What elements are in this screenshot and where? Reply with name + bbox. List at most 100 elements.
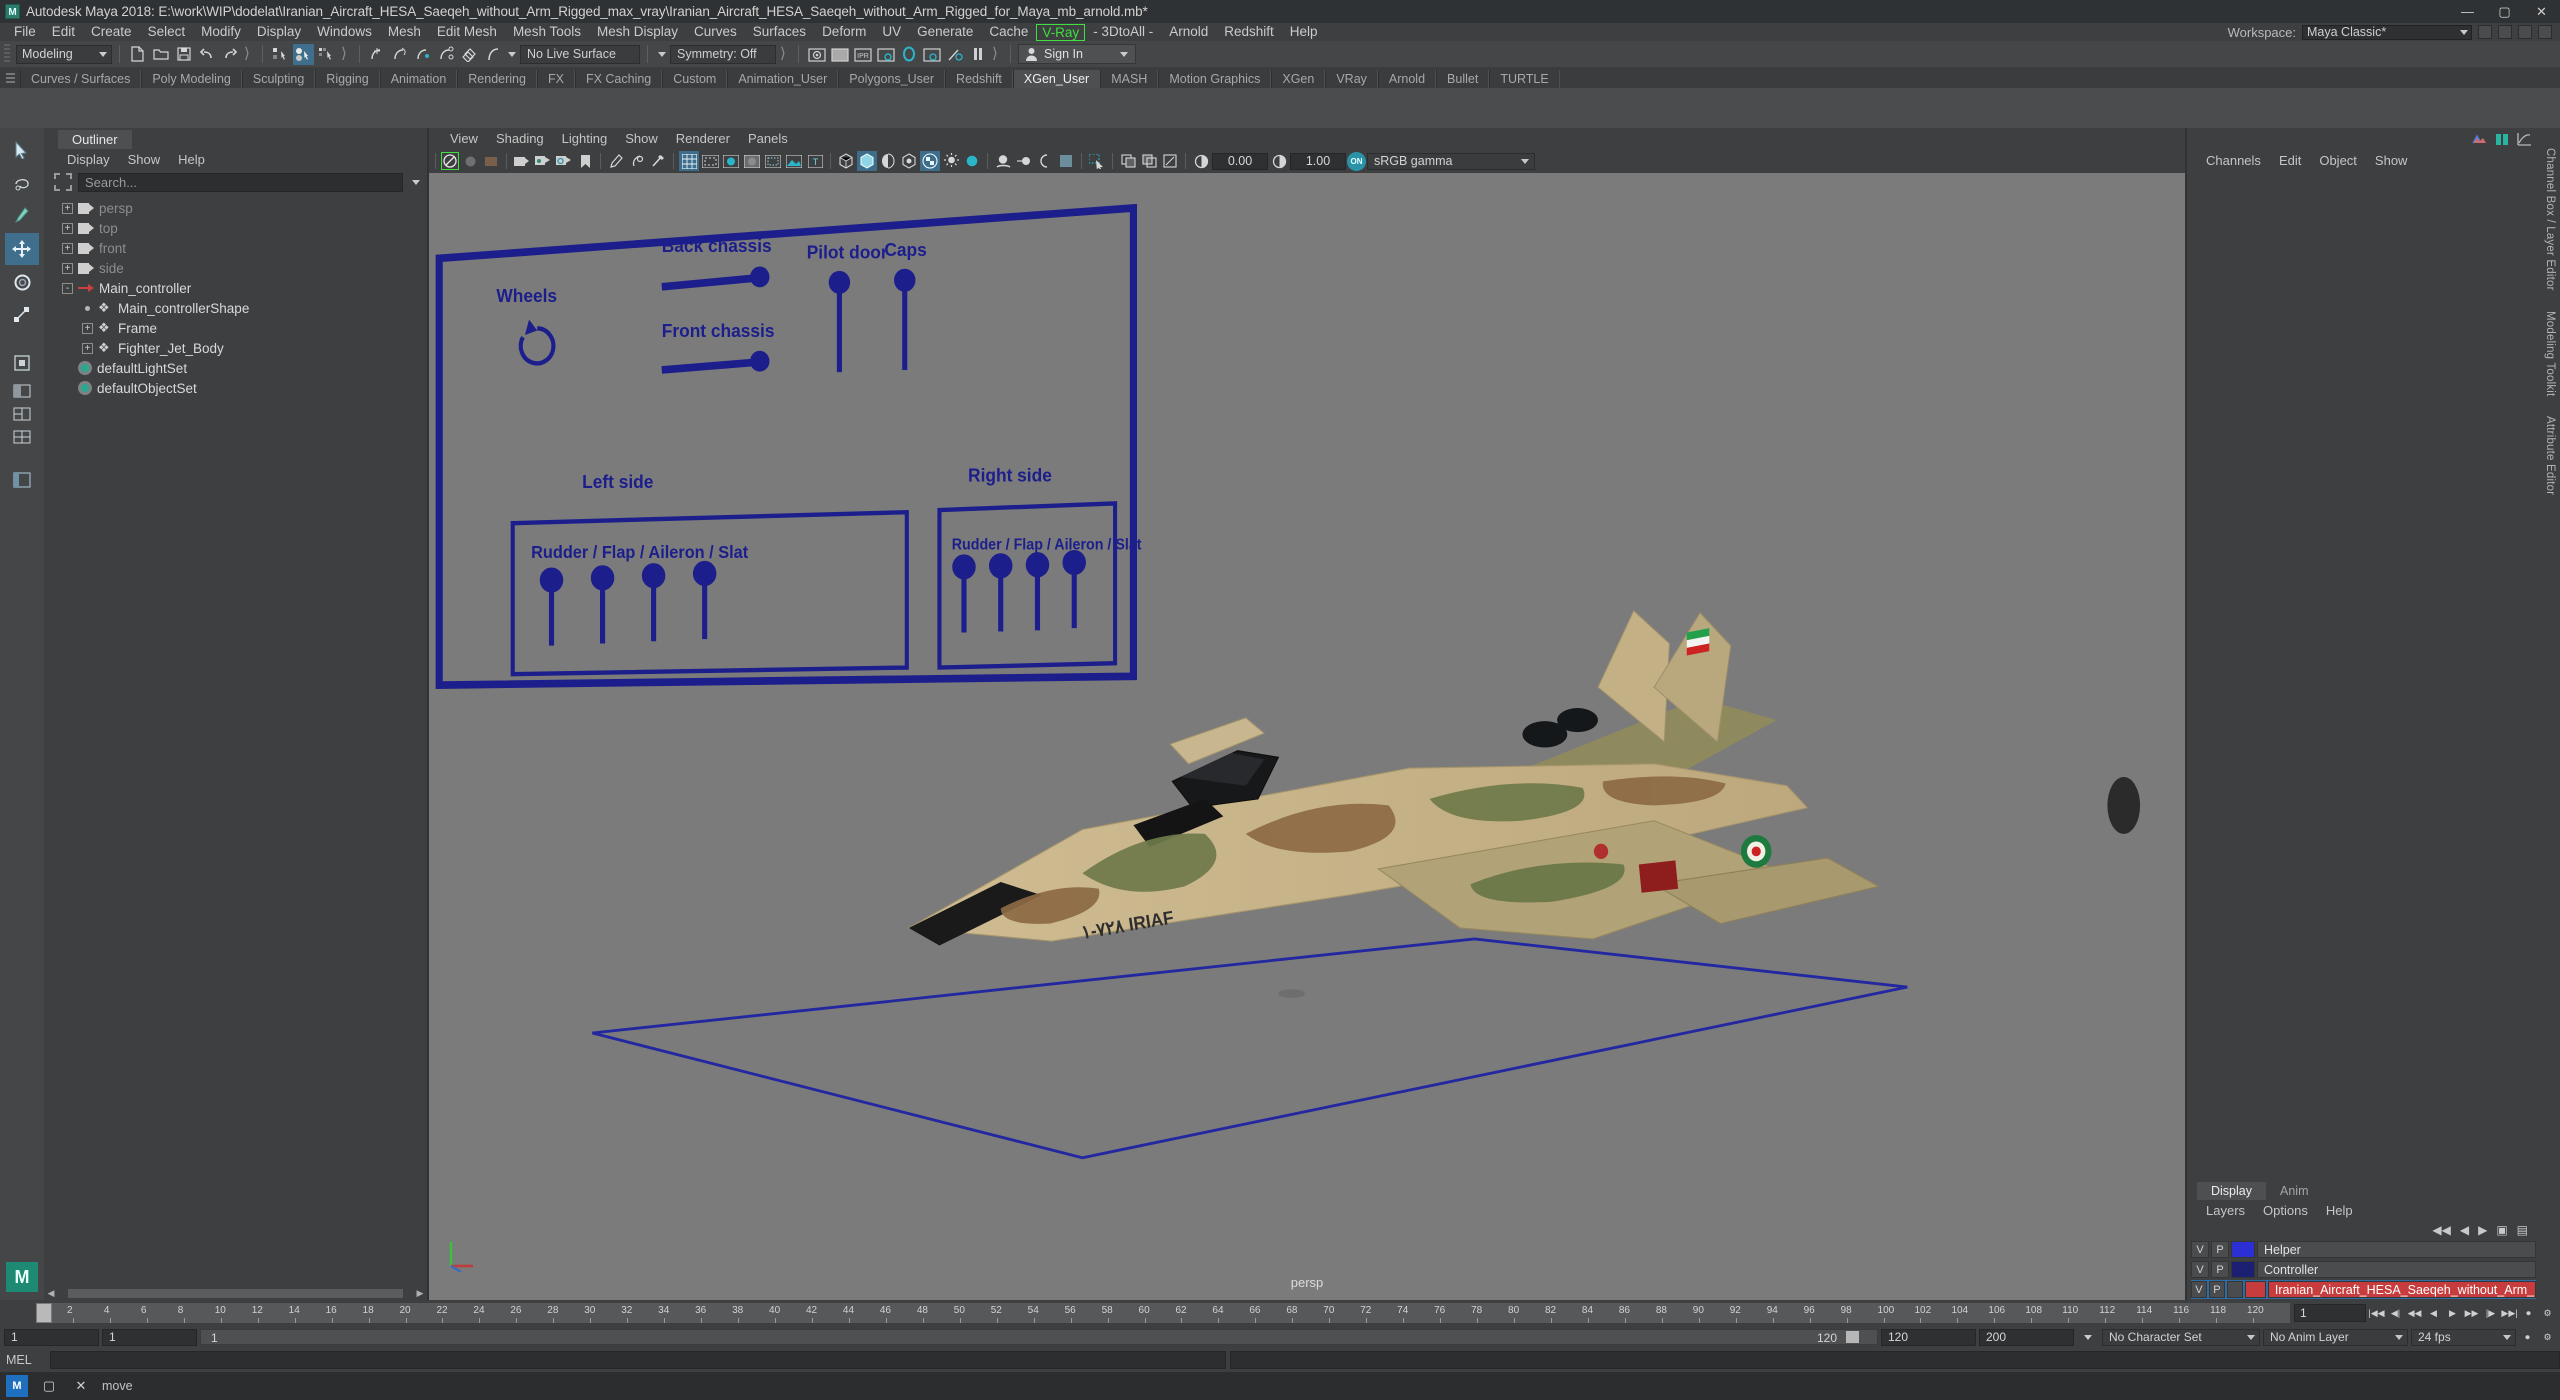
shelf-tab-rigging[interactable]: Rigging: [315, 70, 380, 88]
ipr-render-icon[interactable]: IPR: [852, 44, 873, 65]
multisample-aa-icon[interactable]: [1035, 151, 1055, 171]
smooth-shading-icon[interactable]: [857, 151, 877, 171]
layer-shade-cell[interactable]: [2226, 1281, 2243, 1298]
gamma-value-field[interactable]: 1.00: [1290, 152, 1346, 170]
expander-icon[interactable]: -: [62, 282, 73, 294]
layer-row-helper[interactable]: V P Helper: [2191, 1240, 2536, 1259]
layer-first-icon[interactable]: ◀◀: [2432, 1223, 2450, 1237]
grease-pencil-icon[interactable]: [554, 151, 574, 171]
command-response-field[interactable]: [1230, 1351, 2560, 1369]
layer-playback-cell[interactable]: P: [2208, 1281, 2225, 1298]
menu-curves[interactable]: Curves: [686, 23, 745, 41]
layer-name[interactable]: Controller: [2257, 1261, 2536, 1278]
shelf-tab-rendering[interactable]: Rendering: [457, 70, 537, 88]
layer-menu-options[interactable]: Options: [2254, 1203, 2317, 1218]
depth-of-field-icon[interactable]: [1056, 151, 1076, 171]
step-back-frame-icon[interactable]: ◀◀: [2406, 1304, 2423, 1322]
pause-render-icon[interactable]: [967, 44, 988, 65]
tool-move-icon[interactable]: [5, 233, 39, 265]
select-camera-icon[interactable]: [441, 152, 459, 170]
go-to-start-icon[interactable]: |◀◀: [2368, 1304, 2385, 1322]
menu-select[interactable]: Select: [140, 23, 194, 41]
mel-label[interactable]: MEL: [6, 1353, 46, 1367]
expander-icon[interactable]: +: [82, 342, 93, 354]
layer-tab-display[interactable]: Display: [2197, 1182, 2266, 1200]
menu-redshift[interactable]: Redshift: [1216, 23, 1282, 41]
expander-icon[interactable]: +: [82, 322, 93, 334]
exposure-value-field[interactable]: 0.00: [1212, 152, 1268, 170]
shelf-tab-fx-caching[interactable]: FX Caching: [574, 70, 663, 88]
image-plane-icon[interactable]: [512, 151, 532, 171]
layer-visibility-cell[interactable]: V: [2191, 1261, 2209, 1278]
shelf-tab-animation-user[interactable]: Animation_User: [727, 70, 839, 88]
tool-select-icon[interactable]: [5, 134, 39, 166]
viewport-menu-show[interactable]: Show: [616, 131, 667, 146]
minimize-button[interactable]: —: [2449, 0, 2486, 23]
lock-camera-icon[interactable]: [460, 151, 480, 171]
snap-options-caret[interactable]: [505, 45, 518, 64]
workspace-panel-icon[interactable]: [2518, 25, 2532, 39]
character-set-select[interactable]: No Character Set: [2102, 1328, 2260, 1346]
expander-icon[interactable]: +: [62, 222, 73, 234]
outliner-item-fighter-jet-body[interactable]: + ❖ Fighter_Jet_Body: [44, 338, 427, 358]
shelf-tab-curves-surfaces[interactable]: Curves / Surfaces: [20, 70, 142, 88]
tool-paint-select-icon[interactable]: [5, 200, 39, 232]
viewport-menu-renderer[interactable]: Renderer: [667, 131, 739, 146]
outliner-item-main-controller[interactable]: - Main_controller: [44, 278, 427, 298]
layer-color-swatch[interactable]: [2231, 1261, 2255, 1278]
menu-set-select[interactable]: Modeling: [16, 44, 112, 64]
film-gate-icon[interactable]: [700, 151, 720, 171]
gate-mask-icon[interactable]: [742, 151, 762, 171]
menu-display[interactable]: Display: [249, 23, 309, 41]
shelf-tab-motion-graphics[interactable]: Motion Graphics: [1158, 70, 1272, 88]
textured-icon[interactable]: [899, 151, 919, 171]
channel-box-body[interactable]: [2187, 171, 2540, 1180]
shelf-grip[interactable]: [6, 71, 15, 85]
shelf-tab-xgen[interactable]: XGen: [1271, 70, 1326, 88]
layer-name[interactable]: Helper: [2257, 1241, 2536, 1258]
new-layer-from-selected-icon[interactable]: ▤: [2517, 1223, 2528, 1237]
step-back-key-icon[interactable]: ◀|: [2387, 1304, 2404, 1322]
make-live-icon[interactable]: [482, 44, 503, 65]
workspace-save-icon[interactable]: [2478, 25, 2492, 39]
toolbar-grip[interactable]: [4, 44, 10, 64]
grid-toggle-icon[interactable]: [679, 151, 699, 171]
select-by-object-type-icon[interactable]: [293, 43, 314, 65]
viewport-3d-canvas[interactable]: Wheels Back chassis Front chassis Pilot …: [429, 173, 2185, 1300]
menu-edit[interactable]: Edit: [44, 23, 83, 41]
channel-menu-show[interactable]: Show: [2366, 153, 2417, 168]
render-settings-icon[interactable]: [875, 44, 896, 65]
snap-to-curve-icon[interactable]: [390, 44, 411, 65]
menu-help[interactable]: Help: [1282, 23, 1326, 41]
exposure-control-icon[interactable]: [1191, 151, 1211, 171]
go-to-end-icon[interactable]: ▶▶|: [2501, 1304, 2518, 1322]
render-view-icon[interactable]: [921, 44, 942, 65]
shaded-wireframe-icon[interactable]: [878, 151, 898, 171]
playback-end-field[interactable]: 120: [1881, 1328, 1976, 1346]
menu-cache[interactable]: Cache: [981, 23, 1036, 41]
isolate-select-icon[interactable]: [1087, 151, 1107, 171]
dock-tab-channel-box[interactable]: Channel Box / Layer Editor: [2544, 138, 2556, 301]
expander-icon[interactable]: +: [62, 202, 73, 214]
xray-icon[interactable]: [627, 151, 647, 171]
layer-visibility-cell[interactable]: V: [2191, 1281, 2207, 1298]
sign-in-button[interactable]: Sign In: [1018, 44, 1136, 64]
tool-rotate-icon[interactable]: [5, 266, 39, 298]
anim-layer-select[interactable]: No Anim Layer: [2263, 1328, 2408, 1346]
scroll-left-arrow-icon[interactable]: ◀: [46, 1288, 56, 1299]
scroll-right-arrow-icon[interactable]: ▶: [415, 1288, 425, 1299]
rendering-flags-icon[interactable]: [944, 44, 965, 65]
bookmark-icon[interactable]: [575, 151, 595, 171]
layer-row-aircraft[interactable]: V P Iranian_Aircraft_HESA_Saeqeh_without…: [2191, 1280, 2536, 1299]
shelf-tab-animation[interactable]: Animation: [379, 70, 458, 88]
expander-icon[interactable]: +: [62, 262, 73, 274]
shelf-tab-arnold[interactable]: Arnold: [1377, 70, 1437, 88]
outliner-menu-show[interactable]: Show: [119, 152, 170, 167]
menu-vray[interactable]: V-Ray: [1036, 23, 1086, 41]
layout-outliner-persp-icon[interactable]: [5, 464, 39, 496]
outliner-menu-display[interactable]: Display: [58, 152, 119, 167]
close-app-icon[interactable]: ✕: [70, 1375, 92, 1397]
safe-title-icon[interactable]: [763, 151, 783, 171]
layer-visibility-cell[interactable]: V: [2191, 1241, 2209, 1258]
menu-mesh[interactable]: Mesh: [380, 23, 429, 41]
